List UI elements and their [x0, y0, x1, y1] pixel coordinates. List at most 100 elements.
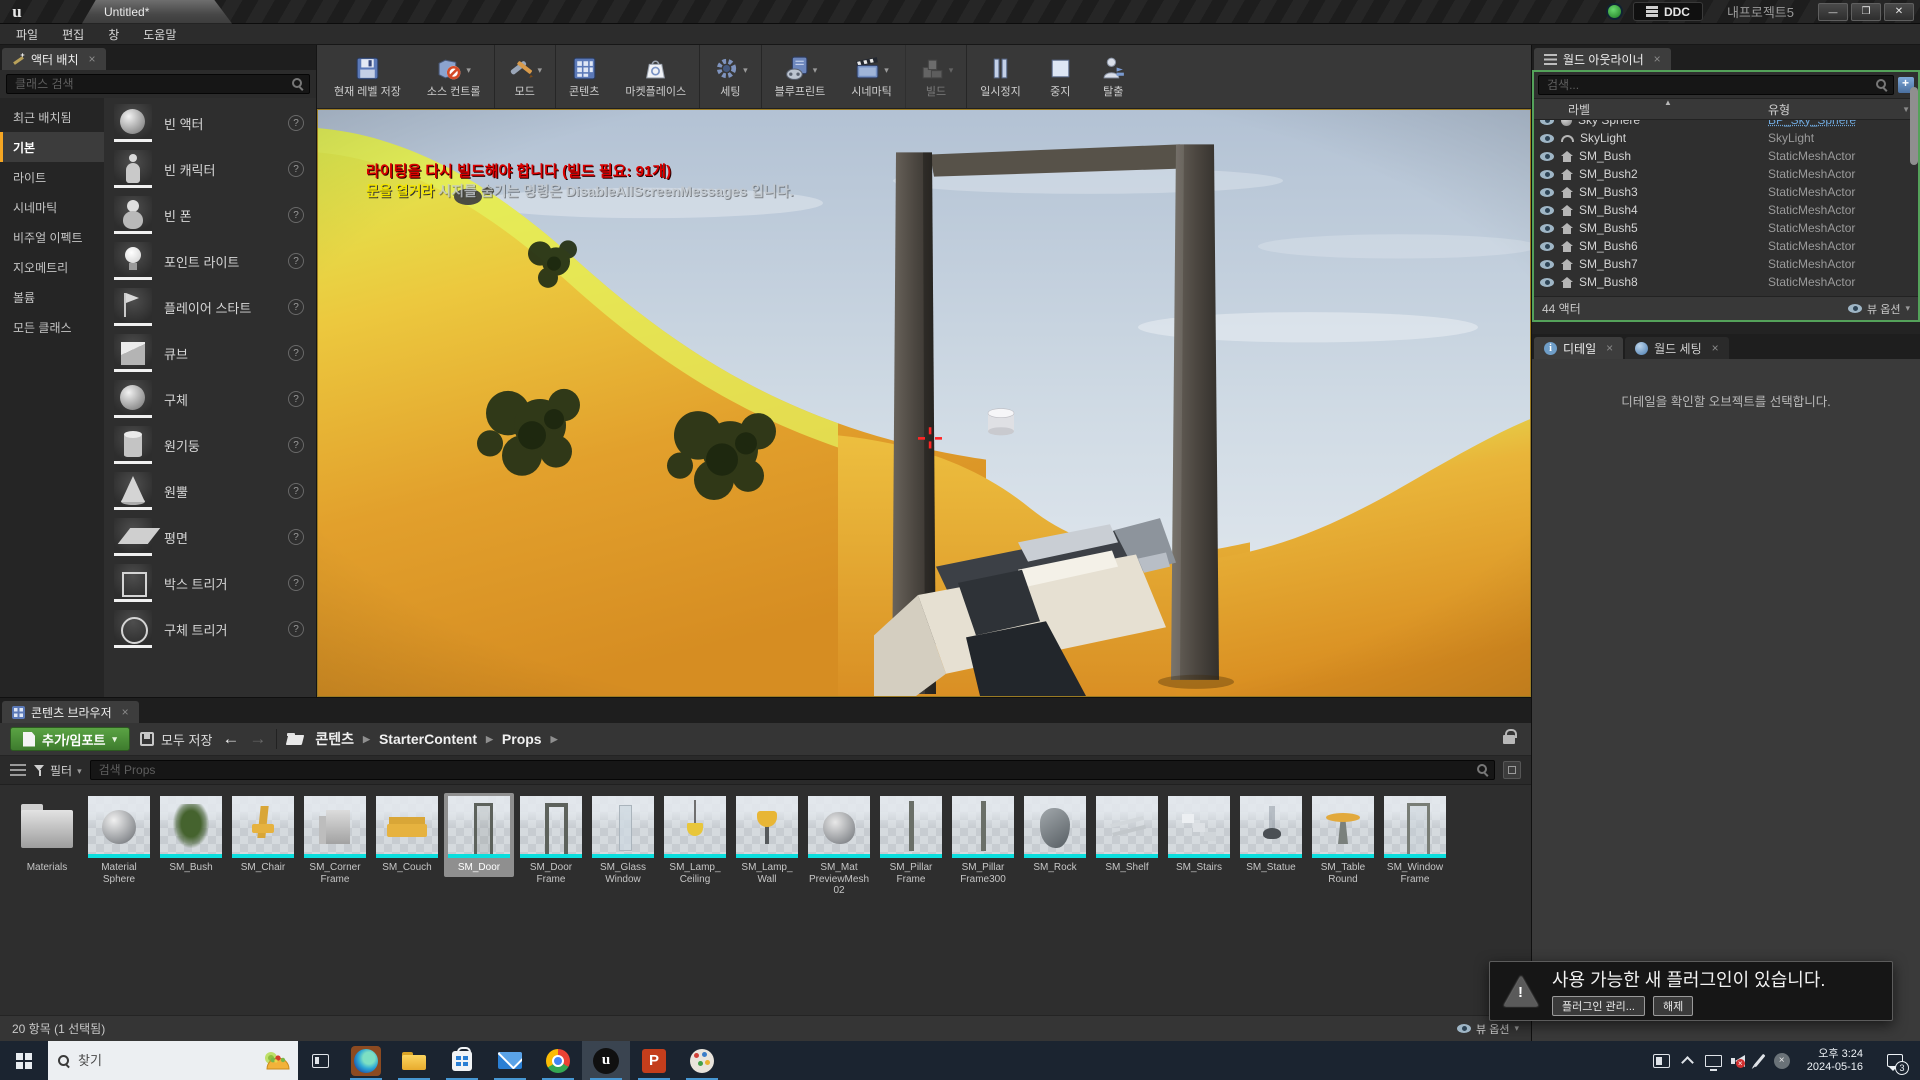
help-icon[interactable]	[288, 529, 304, 545]
volume-muted-icon[interactable]	[1735, 1055, 1745, 1067]
outliner-row[interactable]: SM_Bush StaticMeshActor	[1534, 147, 1918, 165]
asset-tile[interactable]: SM_Pillar Frame	[876, 793, 946, 888]
taskbar-app-edge[interactable]	[342, 1041, 390, 1080]
modes-button[interactable]: 모드	[494, 45, 556, 108]
asset-tile[interactable]: SM_Door Frame	[516, 793, 586, 888]
asset-tile[interactable]: SM_Shelf	[1092, 793, 1162, 877]
help-icon[interactable]	[288, 207, 304, 223]
close-icon[interactable]	[1708, 341, 1719, 355]
save-level-button[interactable]: 현재 레벨 저장	[321, 45, 414, 108]
close-icon[interactable]	[1650, 52, 1661, 66]
add-import-button[interactable]: 추가/임포트	[10, 727, 130, 751]
build-button[interactable]: 빌드	[905, 45, 967, 108]
tab-content-browser[interactable]: 콘텐츠 브라우저	[2, 701, 139, 723]
asset-tile[interactable]: SM_Bush	[156, 793, 226, 877]
close-button[interactable]	[1884, 3, 1914, 21]
asset-tile[interactable]: SM_Lamp_ Wall	[732, 793, 802, 888]
lock-icon[interactable]	[1503, 735, 1515, 744]
outliner-row[interactable]: SM_Bush5 StaticMeshActor	[1534, 219, 1918, 237]
help-icon[interactable]	[288, 161, 304, 177]
placeable-actor-row[interactable]: 원기둥	[104, 422, 316, 468]
start-button[interactable]	[0, 1041, 48, 1080]
close-icon[interactable]	[1602, 341, 1613, 355]
menu-item[interactable]: 도움말	[131, 24, 188, 45]
outliner-row[interactable]: SkyLight SkyLight	[1534, 129, 1918, 147]
marketplace-button[interactable]: 마켓플레이스	[612, 45, 699, 108]
outliner-row[interactable]: SM_Bush7 StaticMeshActor	[1534, 255, 1918, 273]
asset-tile[interactable]: SM_Pillar Frame300	[948, 793, 1018, 888]
outliner-row[interactable]: SM_Bush4 StaticMeshActor	[1534, 201, 1918, 219]
placeable-actor-row[interactable]: 빈 캐릭터	[104, 146, 316, 192]
action-center-button[interactable]: 3	[1880, 1041, 1910, 1080]
visibility-eye-icon[interactable]	[1540, 260, 1554, 269]
ddc-button[interactable]: DDC	[1633, 2, 1703, 21]
visibility-eye-icon[interactable]	[1540, 242, 1554, 251]
help-icon[interactable]	[288, 391, 304, 407]
taskbar-app-file-explorer[interactable]	[390, 1041, 438, 1080]
taskbar-search-input[interactable]	[78, 1053, 228, 1068]
placeable-actor-row[interactable]: 원뿔	[104, 468, 316, 514]
help-icon[interactable]	[288, 253, 304, 269]
pen-icon[interactable]	[1753, 1054, 1765, 1067]
news-widgets-icon[interactable]	[1653, 1054, 1670, 1068]
asset-tile[interactable]: SM_Statue	[1236, 793, 1306, 877]
maximize-button[interactable]	[1851, 3, 1881, 21]
save-search-icon[interactable]	[1503, 761, 1521, 779]
help-icon[interactable]	[288, 299, 304, 315]
asset-tile[interactable]: SM_Table Round	[1308, 793, 1378, 888]
visibility-eye-icon[interactable]	[1540, 206, 1554, 215]
taskbar-app-mail[interactable]	[486, 1041, 534, 1080]
forward-arrow-icon[interactable]	[249, 729, 266, 749]
asset-tile[interactable]: Materials	[12, 793, 82, 877]
taskbar-app-store[interactable]	[438, 1041, 486, 1080]
placeable-actor-row[interactable]: 큐브	[104, 330, 316, 376]
help-icon[interactable]	[288, 115, 304, 131]
level-viewport[interactable]: 라이팅을 다시 빌드해야 합니다 (빌드 필요: 91개) 문을 열거라 시지를…	[317, 109, 1531, 697]
menu-item[interactable]: 창	[96, 24, 131, 45]
taskbar-app-paint[interactable]	[678, 1041, 726, 1080]
menu-item[interactable]: 편집	[50, 24, 96, 45]
help-icon[interactable]	[288, 483, 304, 499]
filters-button[interactable]: 필터	[34, 762, 82, 779]
actor-category[interactable]: 기본	[0, 132, 104, 162]
actor-category[interactable]: 라이트	[0, 162, 104, 192]
outliner-row[interactable]: SM_Bush3 StaticMeshActor	[1534, 183, 1918, 201]
class-search-input[interactable]	[6, 74, 310, 94]
breadcrumb-item[interactable]: 콘텐츠	[315, 729, 370, 749]
asset-tile[interactable]: SM_Corner Frame	[300, 793, 370, 888]
tab-details[interactable]: 디테일	[1534, 337, 1623, 359]
help-icon[interactable]	[288, 621, 304, 637]
sources-panel-icon[interactable]	[10, 764, 26, 776]
actor-category[interactable]: 최근 배치됨	[0, 102, 104, 132]
source-control-button[interactable]: 소스 컨트롤	[414, 45, 494, 108]
placeable-actor-row[interactable]: 빈 액터	[104, 100, 316, 146]
asset-search-input[interactable]	[90, 760, 1495, 780]
visibility-eye-icon[interactable]	[1540, 152, 1554, 161]
breadcrumb-item[interactable]: Props	[502, 731, 558, 747]
tab-place-actors[interactable]: 액터 배치	[2, 48, 106, 70]
outliner-row[interactable]: SM_Bush2 StaticMeshActor	[1534, 165, 1918, 183]
outliner-row[interactable]: SM_Bush8 StaticMeshActor	[1534, 273, 1918, 291]
placeable-actor-row[interactable]: 구체	[104, 376, 316, 422]
eject-button[interactable]: 탈출	[1087, 45, 1140, 108]
asset-tile[interactable]: SM_Mat PreviewMesh 02	[804, 793, 874, 900]
placeable-actor-row[interactable]: 플레이어 스타트	[104, 284, 316, 330]
tab-world-outliner[interactable]: 월드 아웃라이너	[1534, 48, 1671, 70]
placeable-actor-row[interactable]: 포인트 라이트	[104, 238, 316, 284]
asset-tile[interactable]: SM_Glass Window	[588, 793, 658, 888]
outliner-search-input[interactable]	[1538, 75, 1894, 95]
blueprints-button[interactable]: 블루프린트	[761, 45, 839, 108]
cb-view-options-button[interactable]: 뷰 옵션	[1457, 1021, 1519, 1037]
settings-button[interactable]: 세팅	[699, 45, 761, 108]
column-label[interactable]: 라벨	[1534, 101, 1768, 118]
asset-tile[interactable]: Material Sphere	[84, 793, 154, 888]
visibility-eye-icon[interactable]	[1540, 188, 1554, 197]
visibility-eye-icon[interactable]	[1540, 224, 1554, 233]
placeable-actor-row[interactable]: 박스 트리거	[104, 560, 316, 606]
manage-plugins-button[interactable]: 플러그인 관리...	[1552, 996, 1645, 1016]
pause-button[interactable]: 일시정지	[966, 45, 1033, 108]
help-icon[interactable]	[288, 437, 304, 453]
taskbar-search-box[interactable]	[48, 1041, 298, 1080]
breadcrumb-item[interactable]: StarterContent	[379, 731, 493, 747]
placeable-actor-row[interactable]: 평면	[104, 514, 316, 560]
